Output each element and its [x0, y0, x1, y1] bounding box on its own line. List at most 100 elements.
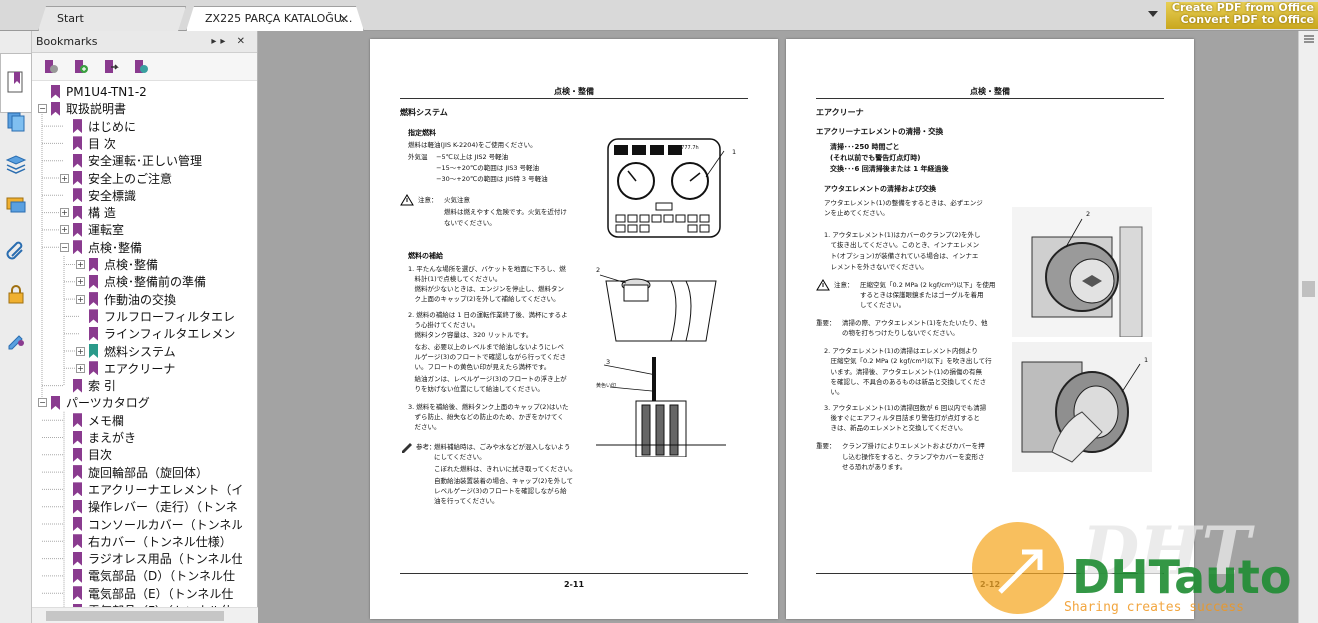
bookmark-item[interactable]: − 点検･整備 [60, 239, 142, 256]
bookmark-item[interactable]: ラジオレス用品（トンネル仕 [60, 550, 242, 567]
fuel-spec-line: 外気温 −5℃以上は JIS2 号軽油 [408, 153, 509, 161]
collapse-icon[interactable]: − [38, 398, 47, 408]
fit-width-icon[interactable] [1303, 33, 1315, 45]
expand-icon[interactable]: + [76, 277, 85, 287]
bookmark-icon [73, 222, 82, 237]
warning-triangle-icon [816, 279, 830, 291]
bookmark-item[interactable]: ラインフィルタエレメン [76, 325, 235, 342]
bookmark-item[interactable]: 目 次 [60, 135, 116, 152]
panel-controls[interactable]: ▸▸ ✕ [211, 31, 249, 53]
bookmark-item[interactable]: PM1U4-TN1-2 [38, 83, 147, 100]
bookmark-item[interactable]: − パーツカタログ [38, 394, 150, 411]
close-tab-icon[interactable]: ✕ [339, 7, 349, 31]
bookmark-item[interactable]: 操作レバー（走行）（トンネ [60, 498, 238, 515]
tab-list-dropdown-icon[interactable] [1148, 11, 1158, 17]
bookmark-item[interactable]: + 燃料システム [76, 343, 176, 360]
promo-line-2: Convert PDF to Office [1180, 13, 1314, 26]
important-text: し込む操作をすると、クランプやカバーを変形さ [842, 453, 985, 461]
bookmark-label: 点検･整備前の準備 [104, 275, 207, 290]
bookmark-item[interactable]: 安全標識 [60, 187, 136, 204]
page-header: 点検・整備 [554, 87, 594, 96]
bookmark-label: 右カバー（トンネル仕様） [88, 534, 232, 549]
document-scroll-thumb[interactable] [1302, 281, 1315, 297]
collapse-icon[interactable]: − [60, 242, 69, 252]
go-to-bookmark-icon[interactable] [102, 58, 120, 76]
bookmark-icon [73, 430, 82, 445]
bookmarks-title: Bookmarks [36, 35, 98, 48]
bookmarks-horizontal-scrollbar[interactable] [32, 607, 258, 623]
bookmark-label: 構 造 [88, 206, 116, 221]
caution-label: 注意： [418, 196, 438, 204]
bookmarks-panel-button[interactable] [0, 53, 32, 113]
comment-icon [6, 197, 26, 213]
step-text: います。清掃後、アウタエレメント(1)の損傷の有無 [824, 368, 983, 376]
expand-icon[interactable]: + [60, 173, 69, 183]
comments-panel-button[interactable] [3, 193, 29, 219]
step-text: 料計(1)で点検してください。 [408, 275, 502, 283]
add-bookmark-icon[interactable] [72, 58, 90, 76]
bookmark-item[interactable]: 安全運転･正しい管理 [60, 152, 202, 169]
bookmark-item[interactable]: 電気部品（E）（トンネル仕 [60, 585, 233, 602]
bookmark-item[interactable]: − 取扱説明書 [38, 100, 126, 117]
bookmark-icon [73, 119, 82, 134]
expand-icon[interactable]: + [60, 225, 69, 235]
pages-panel-button[interactable] [3, 109, 29, 135]
bookmark-item[interactable]: + 点検･整備 [76, 256, 158, 273]
bookmark-item[interactable]: + エアクリーナ [76, 360, 175, 377]
bookmark-item[interactable]: コンソールカバー（トンネル [60, 516, 242, 533]
step-text: レメントを外さないでください。 [824, 263, 928, 271]
tab-document[interactable]: ZX225 PARÇA KATALOĞU... ✕ [186, 6, 364, 31]
bookmark-item[interactable]: + 運転室 [60, 221, 124, 238]
collapse-icon[interactable]: − [38, 104, 47, 114]
bookmark-icon [73, 171, 82, 185]
bookmark-item[interactable]: まえがき [60, 429, 136, 446]
signature-icon [8, 335, 24, 350]
expand-icon[interactable]: + [60, 208, 69, 218]
bookmark-item[interactable]: メモ欄 [60, 412, 124, 429]
bookmark-item[interactable]: + 構 造 [60, 204, 116, 221]
bookmark-item[interactable]: + 点検･整備前の準備 [76, 273, 206, 290]
delete-bookmark-icon[interactable] [132, 58, 150, 76]
expand-bookmark-icon[interactable] [42, 58, 60, 76]
bookmark-label: コンソールカバー（トンネル [88, 517, 242, 532]
bookmark-icon [73, 586, 82, 601]
bookmark-item[interactable]: はじめに [60, 118, 136, 135]
page-2-11: 点検・整備 燃料システム 指定燃料 燃料は軽油(JIS K-2204)をご使用く… [370, 39, 778, 619]
expand-icon[interactable]: + [76, 363, 85, 373]
bookmark-item[interactable]: フルフローフィルタエレ [76, 308, 235, 325]
promo-banner[interactable]: Create PDF from Office Convert PDF to Of… [1166, 2, 1318, 29]
bookmark-item[interactable]: 索 引 [60, 377, 116, 394]
bookmark-item[interactable]: エアクリーナエレメント（イ [60, 481, 242, 498]
important-text: クランプ掛けによりエレメントおよびカバーを押 [842, 442, 985, 450]
security-panel-button[interactable] [3, 281, 29, 307]
expand-icon[interactable]: + [76, 346, 85, 356]
layers-panel-button[interactable] [3, 151, 29, 177]
attachments-panel-button[interactable] [3, 236, 29, 262]
step-text: い。 [824, 388, 844, 396]
yellow-mark-label: 黄色い印 [596, 383, 617, 389]
bookmark-icon [89, 361, 98, 376]
horizontal-scroll-thumb[interactable] [46, 611, 224, 621]
bookmark-item[interactable]: 電気部品（D）（トンネル仕 [60, 567, 235, 584]
reference-label: 参考： [416, 443, 436, 451]
signatures-panel-button[interactable] [3, 326, 29, 352]
step-text: 圧縮空気「0.2 MPa (2 kgf/cm²)以下」を吹き出して行 [824, 357, 992, 365]
bookmark-item[interactable]: 旋回輪部品（旋回体） [60, 464, 208, 481]
expand-icon[interactable]: + [76, 294, 85, 304]
bookmark-item[interactable]: + 安全上のご注意 [60, 170, 172, 187]
step-text: 燃料が少ないときは、エンジンを停止し、燃料タン [408, 285, 565, 293]
subsection-title: アウタエレメントの清掃および交換 [824, 185, 936, 193]
bookmark-item[interactable]: 目次 [60, 446, 112, 463]
bookmark-label: PM1U4-TN1-2 [66, 84, 147, 99]
watermark-word-dhtauto: DHTauto [1072, 550, 1292, 604]
figure-callout: 1 [1144, 356, 1149, 364]
figure-callout: 1 [732, 148, 737, 156]
bookmark-item[interactable]: 右カバー（トンネル仕様） [60, 533, 232, 550]
expand-icon[interactable]: + [76, 260, 85, 269]
bookmark-item[interactable]: + 作動油の交換 [76, 291, 176, 308]
tab-start[interactable]: Start [38, 6, 186, 31]
